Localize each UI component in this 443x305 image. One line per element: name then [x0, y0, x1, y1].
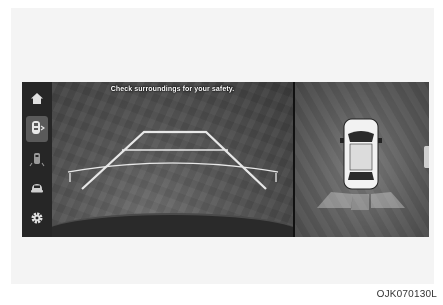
guideline-trapezoid: [81, 130, 267, 190]
rear-view-button[interactable]: [26, 116, 48, 142]
home-icon: [31, 92, 43, 104]
top-view-graphic: [317, 118, 405, 210]
view-mode-sidebar: [22, 82, 52, 237]
surround-top-view: [295, 82, 429, 237]
rear-side-view-button[interactable]: [26, 148, 48, 170]
sensor-zone-center: [351, 194, 369, 210]
settings-button[interactable]: [26, 207, 48, 229]
panel-handle[interactable]: [424, 146, 429, 168]
figure-code: OJK070130L: [376, 289, 437, 300]
vehicle-top-icon: [340, 118, 382, 190]
top-view-button[interactable]: [26, 176, 48, 198]
gear-icon: [31, 212, 43, 224]
rear-view-camera-icon: [32, 121, 45, 134]
sensor-zone-left: [317, 192, 353, 208]
sensor-zone-right: [371, 192, 405, 208]
rear-camera-view: Check surroundings for your safety.: [52, 82, 293, 237]
rear-side-view-icon: [29, 153, 45, 167]
top-view-icon: [31, 184, 43, 193]
home-button[interactable]: [26, 87, 48, 109]
safety-warning: Check surroundings for your safety.: [110, 86, 235, 93]
camera-display: Check surroundings for your safety.: [22, 82, 429, 237]
